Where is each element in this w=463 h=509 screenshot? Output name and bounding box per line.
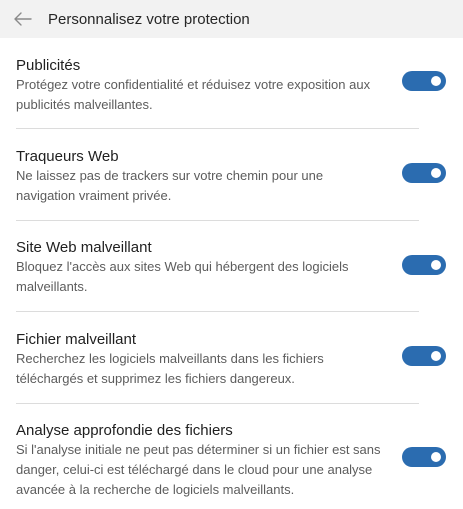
setting-description-malicious-file: Recherchez les logiciels malveillants da… <box>16 351 324 386</box>
back-button[interactable] <box>12 8 34 30</box>
arrow-left-icon <box>14 12 32 26</box>
toggle-malicious-file[interactable] <box>402 346 446 366</box>
toggle-knob <box>431 76 441 86</box>
toggle-knob <box>431 260 441 270</box>
setting-title-trackers: Traqueurs Web <box>16 148 119 165</box>
setting-title-deep-scan: Analyse approfondie des fichiers <box>16 422 233 439</box>
toggle-knob <box>431 168 441 178</box>
divider <box>16 403 419 404</box>
toggle-malicious-site[interactable] <box>402 255 446 275</box>
toggle-trackers[interactable] <box>402 163 446 183</box>
setting-description-trackers: Ne laissez pas de trackers sur votre che… <box>16 168 324 203</box>
setting-description-malicious-site: Bloquez l'accès aux sites Web qui héberg… <box>16 259 349 294</box>
toggle-ads[interactable] <box>402 71 446 91</box>
setting-description-ads: Protégez votre confidentialité et réduis… <box>16 77 371 112</box>
setting-title-ads: Publicités <box>16 57 81 74</box>
toggle-knob <box>431 351 441 361</box>
setting-title-malicious-site: Site Web malveillant <box>16 239 152 256</box>
page-title: Personnalisez votre protection <box>48 10 250 28</box>
setting-title-malicious-file: Fichier malveillant <box>16 331 137 348</box>
toggle-knob <box>431 452 441 462</box>
divider <box>16 128 419 129</box>
setting-description-deep-scan: Si l'analyse initiale ne peut pas déterm… <box>16 442 381 497</box>
toggle-deep-scan[interactable] <box>402 447 446 467</box>
divider <box>16 311 419 312</box>
page-header: Personnalisez votre protection <box>0 0 463 38</box>
divider <box>16 220 419 221</box>
